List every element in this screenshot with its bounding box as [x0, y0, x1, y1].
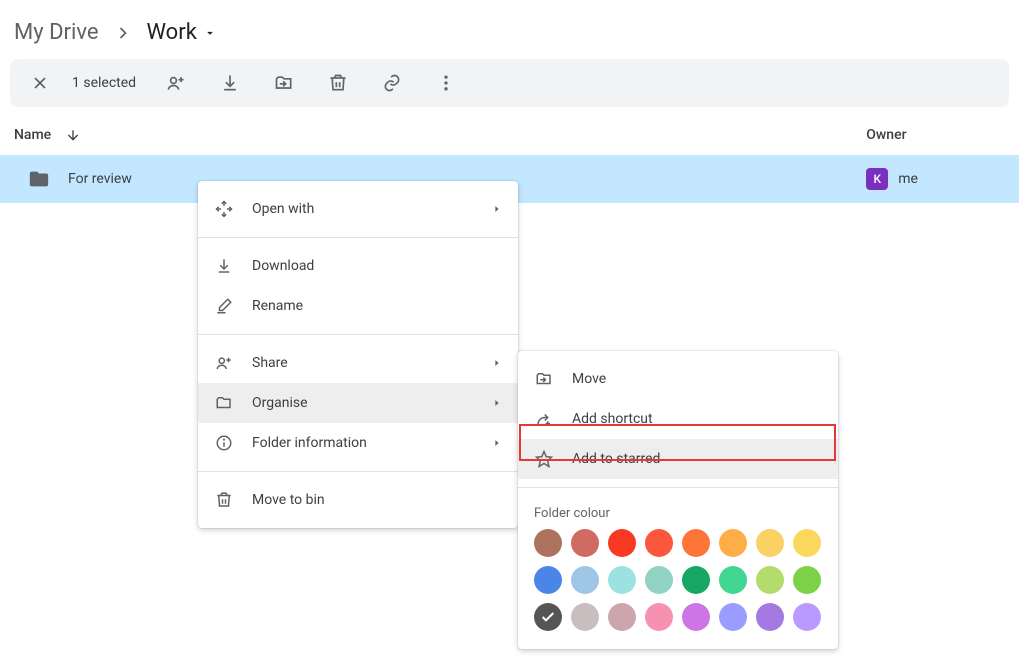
color-swatch[interactable]	[608, 566, 636, 594]
add-shortcut-icon	[534, 410, 554, 428]
color-swatch[interactable]	[534, 603, 562, 631]
rename-icon	[214, 297, 234, 315]
avatar-initial: K	[873, 172, 881, 186]
color-swatch[interactable]	[756, 529, 784, 557]
chevron-right-icon	[113, 23, 133, 43]
avatar: K	[866, 168, 888, 190]
menu-download[interactable]: Download	[198, 246, 518, 286]
menu-share[interactable]: Share	[198, 343, 518, 383]
color-swatch[interactable]	[682, 603, 710, 631]
menu-open-with[interactable]: Open with	[198, 189, 518, 229]
download-icon	[214, 257, 234, 275]
breadcrumb-root[interactable]: My Drive	[14, 20, 99, 45]
menu-divider	[198, 237, 518, 238]
folder-colour-label: Folder colour	[518, 496, 838, 527]
share-icon	[214, 354, 234, 372]
share-button[interactable]	[158, 65, 194, 101]
trash-icon	[214, 491, 234, 509]
column-owner[interactable]: Owner	[866, 127, 1005, 143]
menu-share-label: Share	[252, 355, 288, 371]
column-name-label: Name	[14, 127, 51, 143]
submenu-add-shortcut[interactable]: Add shortcut	[518, 399, 838, 439]
arrow-down-icon	[65, 127, 81, 143]
color-swatch[interactable]	[756, 603, 784, 631]
color-swatch[interactable]	[756, 566, 784, 594]
item-name: For review	[68, 171, 132, 187]
submenu-add-shortcut-label: Add shortcut	[572, 411, 653, 427]
submenu-move[interactable]: Move	[518, 359, 838, 399]
breadcrumb: My Drive Work	[0, 0, 1019, 59]
menu-download-label: Download	[252, 258, 314, 274]
color-swatch[interactable]	[571, 566, 599, 594]
menu-divider	[518, 487, 838, 488]
color-grid	[518, 527, 838, 641]
move-button[interactable]	[266, 65, 302, 101]
more-actions-button[interactable]	[428, 65, 464, 101]
chevron-right-icon	[492, 398, 502, 408]
color-swatch[interactable]	[645, 529, 673, 557]
menu-divider	[198, 334, 518, 335]
menu-move-to-bin-label: Move to bin	[252, 492, 325, 508]
get-link-button[interactable]	[374, 65, 410, 101]
menu-rename-label: Rename	[252, 298, 303, 314]
breadcrumb-current-label: Work	[147, 20, 197, 45]
submenu-move-label: Move	[572, 371, 606, 387]
menu-organise-label: Organise	[252, 395, 308, 411]
menu-rename[interactable]: Rename	[198, 286, 518, 326]
selection-count: 1 selected	[72, 75, 136, 91]
color-swatch[interactable]	[645, 566, 673, 594]
color-swatch[interactable]	[719, 529, 747, 557]
column-name[interactable]: Name	[14, 127, 866, 143]
menu-organise[interactable]: Organise	[198, 383, 518, 423]
color-swatch[interactable]	[793, 603, 821, 631]
menu-folder-info-label: Folder information	[252, 435, 367, 451]
color-swatch[interactable]	[571, 529, 599, 557]
selection-action-bar: 1 selected	[10, 59, 1009, 107]
chevron-right-icon	[492, 438, 502, 448]
close-selection-button[interactable]	[22, 65, 58, 101]
color-swatch[interactable]	[682, 566, 710, 594]
color-swatch[interactable]	[608, 529, 636, 557]
submenu-add-to-starred[interactable]: Add to starred	[518, 439, 838, 479]
color-swatch[interactable]	[793, 566, 821, 594]
color-swatch[interactable]	[682, 529, 710, 557]
color-swatch[interactable]	[534, 529, 562, 557]
column-owner-label: Owner	[866, 127, 906, 143]
download-button[interactable]	[212, 65, 248, 101]
menu-divider	[198, 471, 518, 472]
color-swatch[interactable]	[719, 566, 747, 594]
breadcrumb-current[interactable]: Work	[147, 20, 217, 45]
delete-button[interactable]	[320, 65, 356, 101]
color-swatch[interactable]	[608, 603, 636, 631]
info-icon	[214, 434, 234, 452]
table-header: Name Owner	[0, 107, 1019, 155]
chevron-right-icon	[492, 358, 502, 368]
context-menu: Open with Download Rename Share Organise…	[198, 181, 518, 528]
owner-name: me	[898, 171, 918, 187]
star-icon	[534, 450, 554, 468]
color-swatch[interactable]	[793, 529, 821, 557]
organise-submenu: Move Add shortcut Add to starred Folder …	[518, 351, 838, 649]
open-with-icon	[214, 200, 234, 218]
caret-down-icon	[203, 26, 217, 40]
organise-icon	[214, 394, 234, 412]
menu-folder-info[interactable]: Folder information	[198, 423, 518, 463]
folder-icon	[28, 168, 50, 190]
menu-open-with-label: Open with	[252, 201, 314, 217]
move-icon	[534, 370, 554, 388]
submenu-add-to-starred-label: Add to starred	[572, 451, 660, 467]
color-swatch[interactable]	[534, 566, 562, 594]
color-swatch[interactable]	[645, 603, 673, 631]
menu-move-to-bin[interactable]: Move to bin	[198, 480, 518, 520]
chevron-right-icon	[492, 204, 502, 214]
color-swatch[interactable]	[571, 603, 599, 631]
color-swatch[interactable]	[719, 603, 747, 631]
